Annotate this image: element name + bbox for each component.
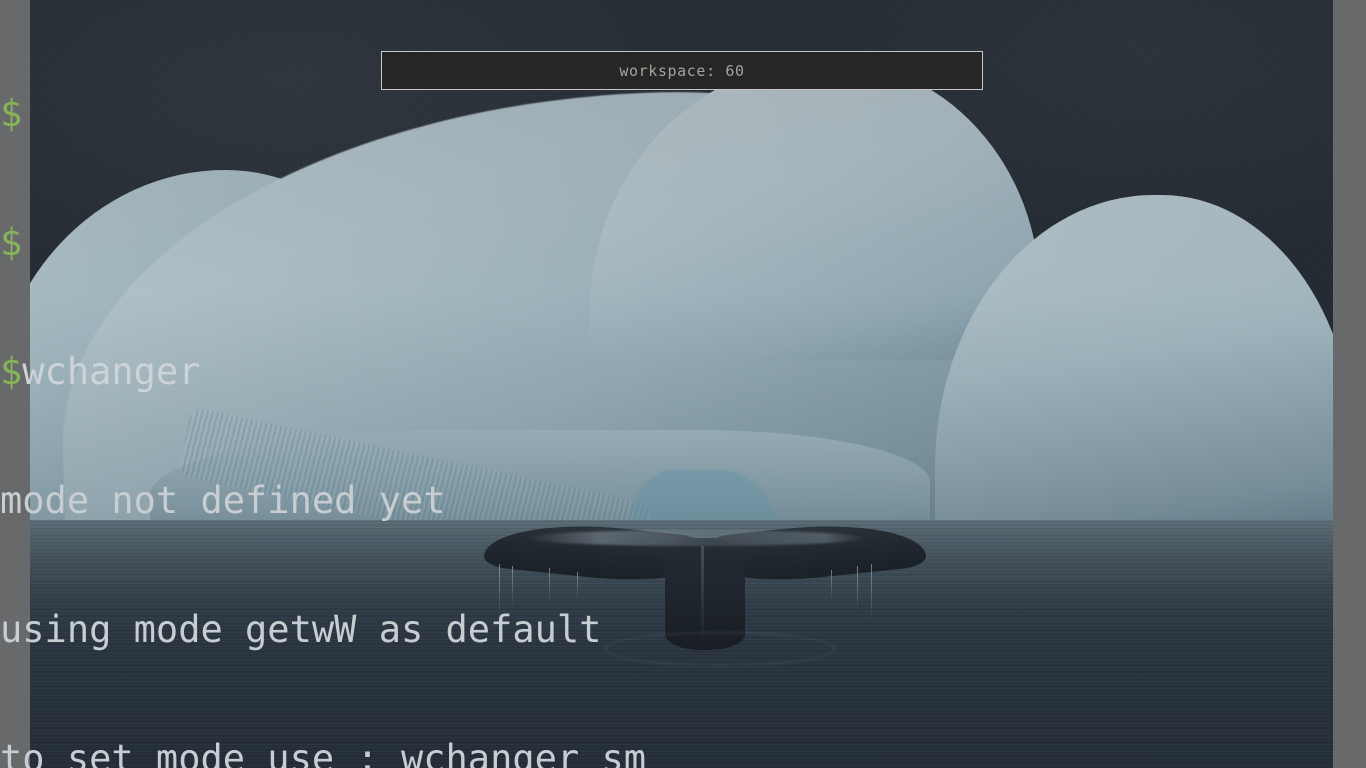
- terminal-line-output: to set mode use : wchanger sm: [0, 737, 1366, 768]
- shell-prompt: $: [0, 350, 23, 393]
- workspace-indicator-label: workspace: 60: [619, 61, 745, 80]
- shell-prompt: $: [0, 221, 23, 264]
- terminal-line-command: $wchanger: [0, 350, 1366, 393]
- desktop: $ $ $wchanger mode not defined yet using…: [0, 0, 1366, 768]
- terminal-output-text: mode not defined yet: [0, 479, 446, 522]
- workspace-indicator: workspace: 60: [381, 51, 983, 90]
- terminal-command-text: wchanger: [22, 350, 201, 393]
- terminal-output-text: to set mode use : wchanger sm: [0, 737, 647, 768]
- terminal-line: $: [0, 221, 1366, 264]
- terminal-line: $: [0, 92, 1366, 135]
- terminal-line-output: using mode getwW as default: [0, 608, 1366, 651]
- terminal-window[interactable]: $ $ $wchanger mode not defined yet using…: [0, 0, 1366, 768]
- terminal-output-text: using mode getwW as default: [0, 608, 602, 651]
- terminal-line-output: mode not defined yet: [0, 479, 1366, 522]
- shell-prompt: $: [0, 92, 23, 135]
